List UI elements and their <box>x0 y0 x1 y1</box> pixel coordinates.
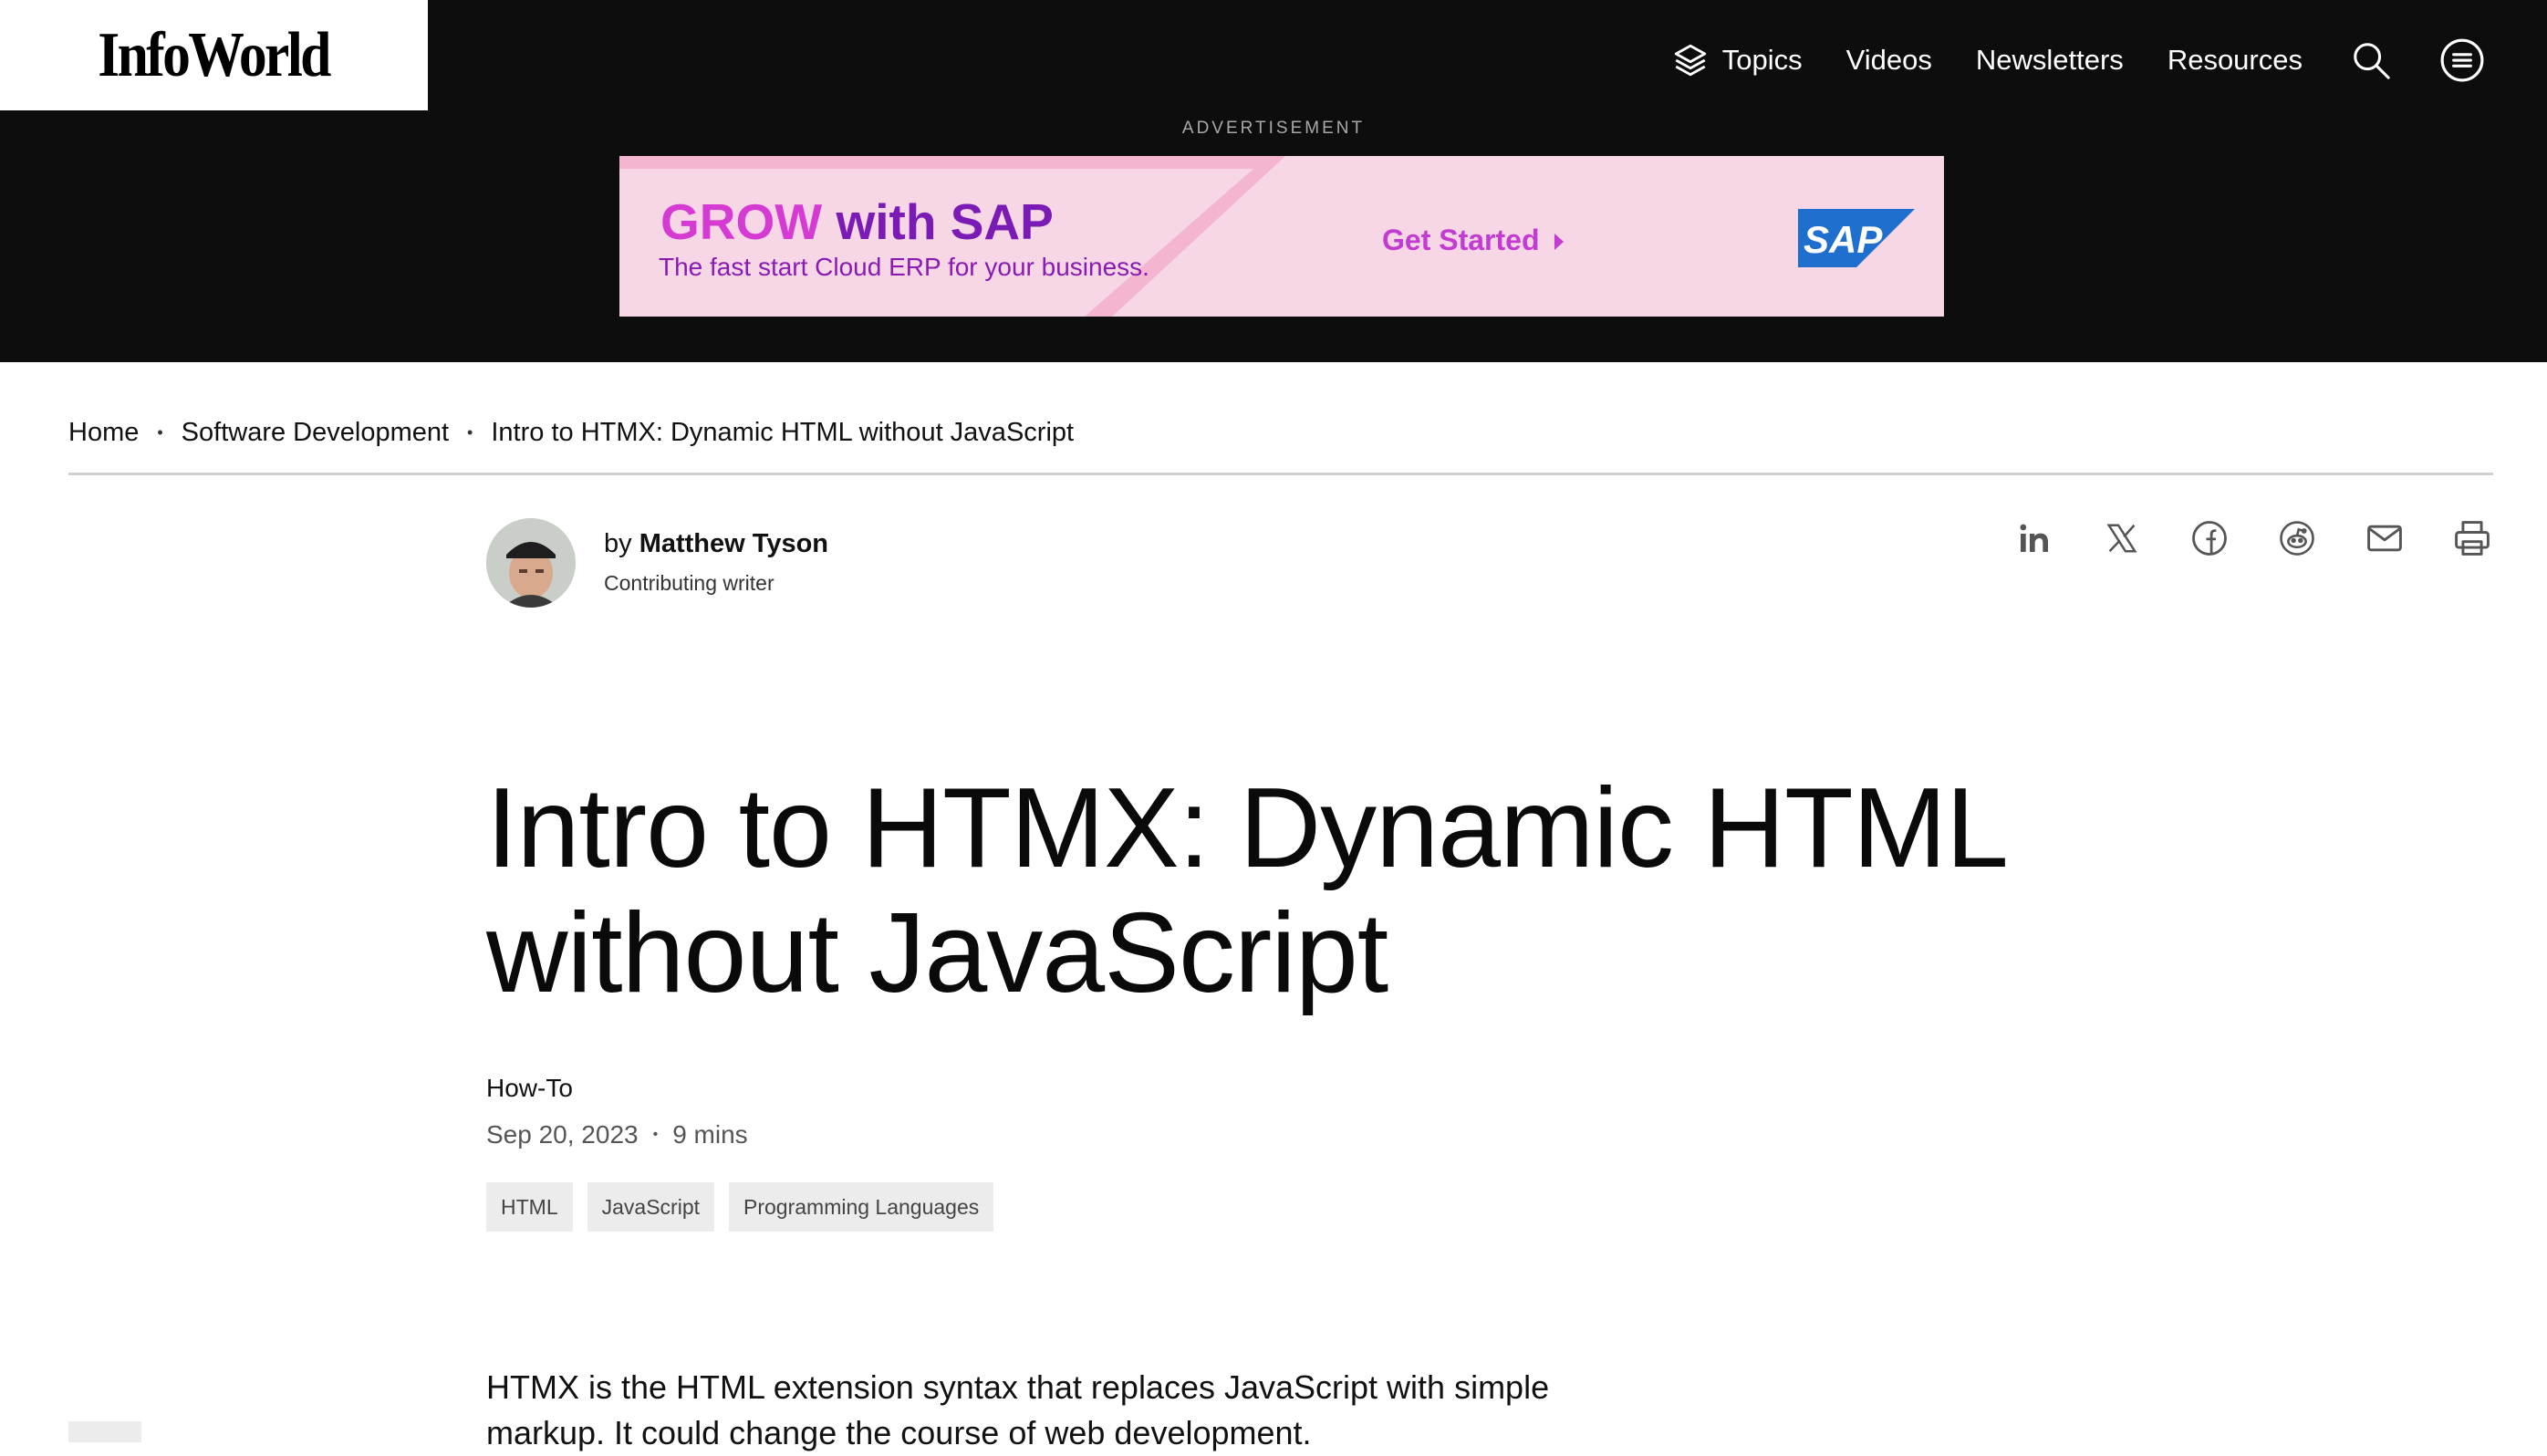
search-icon[interactable] <box>2350 39 2392 81</box>
breadcrumb-separator: • <box>467 423 473 442</box>
meta-separator: • <box>652 1127 659 1142</box>
logo-link[interactable]: InfoWorld <box>0 0 428 110</box>
author-name[interactable]: Matthew Tyson <box>639 529 828 558</box>
caret-right-icon <box>1553 225 1565 259</box>
author-byline: by Matthew Tyson <box>604 529 828 559</box>
nav-videos[interactable]: Videos <box>1846 44 1932 77</box>
breadcrumb-separator: • <box>157 423 163 442</box>
article-type: How-To <box>486 1074 573 1102</box>
nav-newsletters-label: Newsletters <box>1975 44 2124 76</box>
breadcrumb: Home • Software Development • Intro to H… <box>68 418 1074 448</box>
publish-date: Sep 20, 2023 <box>486 1120 639 1149</box>
nav-videos-label: Videos <box>1845 44 1932 76</box>
x-icon[interactable] <box>2100 516 2144 560</box>
nav-newsletters[interactable]: Newsletters <box>1976 44 2124 77</box>
advertisement-banner[interactable]: GROW with SAP The fast start Cloud ERP f… <box>619 156 1944 317</box>
reddit-icon[interactable] <box>2275 516 2319 560</box>
ad-headline-grow: GROW <box>660 193 823 250</box>
sap-logo-icon: SAP <box>1798 209 1915 267</box>
article-meta: Sep 20, 2023 • 9 mins <box>486 1120 748 1149</box>
sidebar-placeholder <box>68 1421 141 1442</box>
ad-cta-button[interactable]: Get Started <box>1382 224 1565 259</box>
article-title: Intro to HTMX: Dynamic HTML without Java… <box>486 766 2311 1016</box>
main-nav: Topics Videos Newsletters Resources <box>1671 33 2485 88</box>
author-role: Contributing writer <box>604 571 774 595</box>
article-tags: HTML JavaScript Programming Languages <box>486 1182 1008 1232</box>
share-bar <box>1969 516 2494 560</box>
read-time: 9 mins <box>672 1120 748 1149</box>
linkedin-icon[interactable] <box>2012 516 2056 560</box>
article-title-line1: Intro to HTMX: Dynamic HTML <box>486 765 2009 891</box>
author-avatar[interactable] <box>486 518 576 608</box>
breadcrumb-divider <box>68 473 2493 475</box>
breadcrumb-current: Intro to HTMX: Dynamic HTML without Java… <box>491 418 1075 447</box>
nav-resources[interactable]: Resources <box>2168 44 2303 77</box>
ad-label: ADVERTISEMENT <box>1181 119 1366 138</box>
ad-subline: The fast start Cloud ERP for your busine… <box>659 253 1149 281</box>
menu-icon[interactable] <box>2439 37 2485 83</box>
print-icon[interactable] <box>2450 516 2494 560</box>
nav-resources-label: Resources <box>2167 44 2303 76</box>
ad-headline: GROW with SAP <box>660 192 1054 251</box>
tag-javascript[interactable]: JavaScript <box>587 1182 714 1232</box>
article-lead: HTMX is the HTML extension syntax that r… <box>486 1368 1550 1451</box>
sap-logo-text: SAP <box>1804 218 1883 261</box>
byline-prefix: by <box>604 529 632 558</box>
tag-programming-languages[interactable]: Programming Languages <box>729 1182 994 1232</box>
ad-cta-label: Get Started <box>1382 224 1540 256</box>
nav-topics[interactable]: Topics <box>1671 41 1803 79</box>
facebook-icon[interactable] <box>2188 516 2231 560</box>
breadcrumb-software-development[interactable]: Software Development <box>182 418 449 448</box>
nav-topics-label: Topics <box>1721 44 1803 76</box>
article-title-line2: without JavaScript <box>486 890 1388 1016</box>
layers-icon <box>1671 41 1710 79</box>
email-icon[interactable] <box>2363 516 2407 560</box>
breadcrumb-home[interactable]: Home <box>68 418 139 448</box>
site-header: InfoWorld Topics Videos Newsletters Reso… <box>0 0 2547 362</box>
tag-html[interactable]: HTML <box>486 1182 573 1232</box>
site-logo: InfoWorld <box>98 19 332 90</box>
ad-headline-rest: with SAP <box>836 193 1054 250</box>
